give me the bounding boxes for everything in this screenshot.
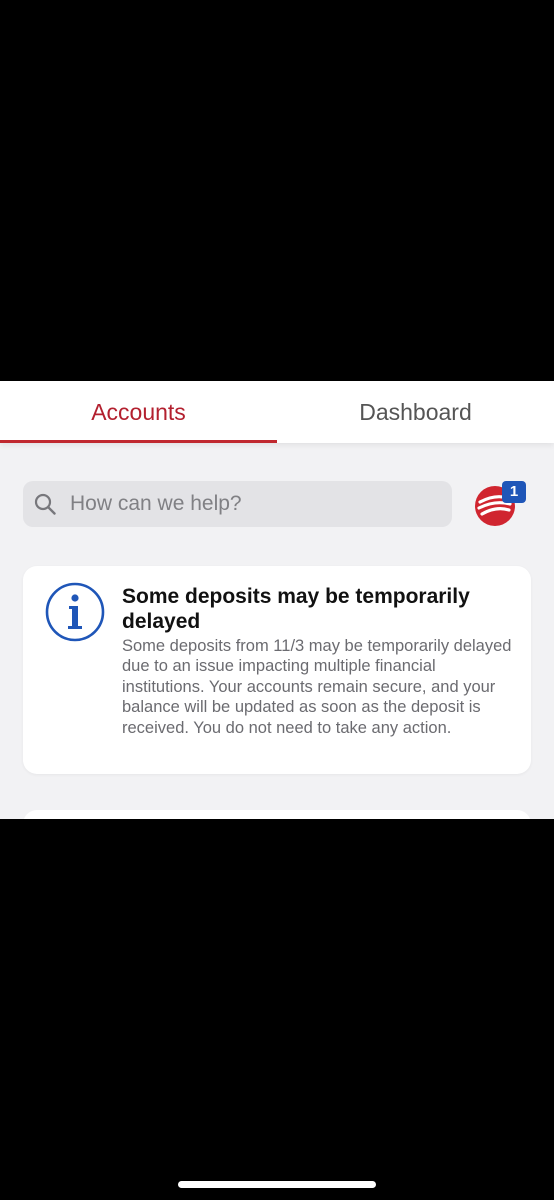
notification-badge: 1 — [502, 481, 526, 503]
search-placeholder: How can we help? — [70, 492, 242, 515]
tab-dashboard[interactable]: Dashboard — [277, 381, 554, 443]
app-view: Accounts Dashboard How can we help? 1 So… — [0, 381, 554, 819]
alert-card[interactable]: Some deposits may be temporarily delayed… — [23, 566, 531, 774]
home-indicator[interactable] — [178, 1181, 376, 1188]
next-card[interactable] — [23, 810, 531, 819]
search-icon — [34, 493, 56, 515]
info-icon — [45, 582, 105, 642]
tab-accounts[interactable]: Accounts — [0, 381, 277, 443]
active-tab-indicator — [0, 440, 277, 443]
alert-body: Some deposits from 11/3 may be temporari… — [122, 637, 512, 737]
alert-title: Some deposits may be temporarily delayed — [122, 585, 470, 633]
search-input[interactable]: How can we help? — [23, 481, 452, 527]
tab-bar: Accounts Dashboard — [0, 381, 554, 443]
phone-screen: Accounts Dashboard How can we help? 1 So… — [0, 0, 554, 1200]
